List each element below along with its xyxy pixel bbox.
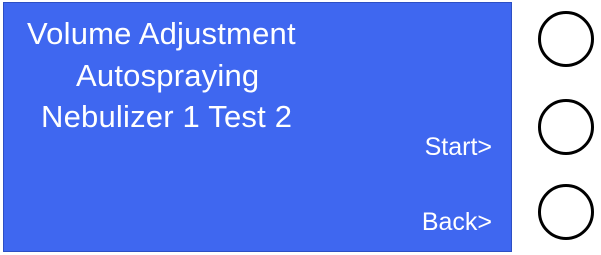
screen-title-line-3: Nebulizer 1 Test 2	[41, 99, 293, 134]
back-hardware-button[interactable]	[538, 184, 594, 240]
lcd-display: Volume Adjustment Autospraying Nebulizer…	[3, 2, 512, 252]
top-hardware-button[interactable]	[538, 11, 594, 67]
screen-title-line-2: Autospraying	[76, 58, 260, 93]
back-softkey-label: Back>	[421, 208, 492, 236]
start-hardware-button[interactable]	[538, 99, 594, 155]
start-softkey-label: Start>	[424, 133, 492, 161]
screen-title-line-1: Volume Adjustment	[27, 16, 296, 51]
